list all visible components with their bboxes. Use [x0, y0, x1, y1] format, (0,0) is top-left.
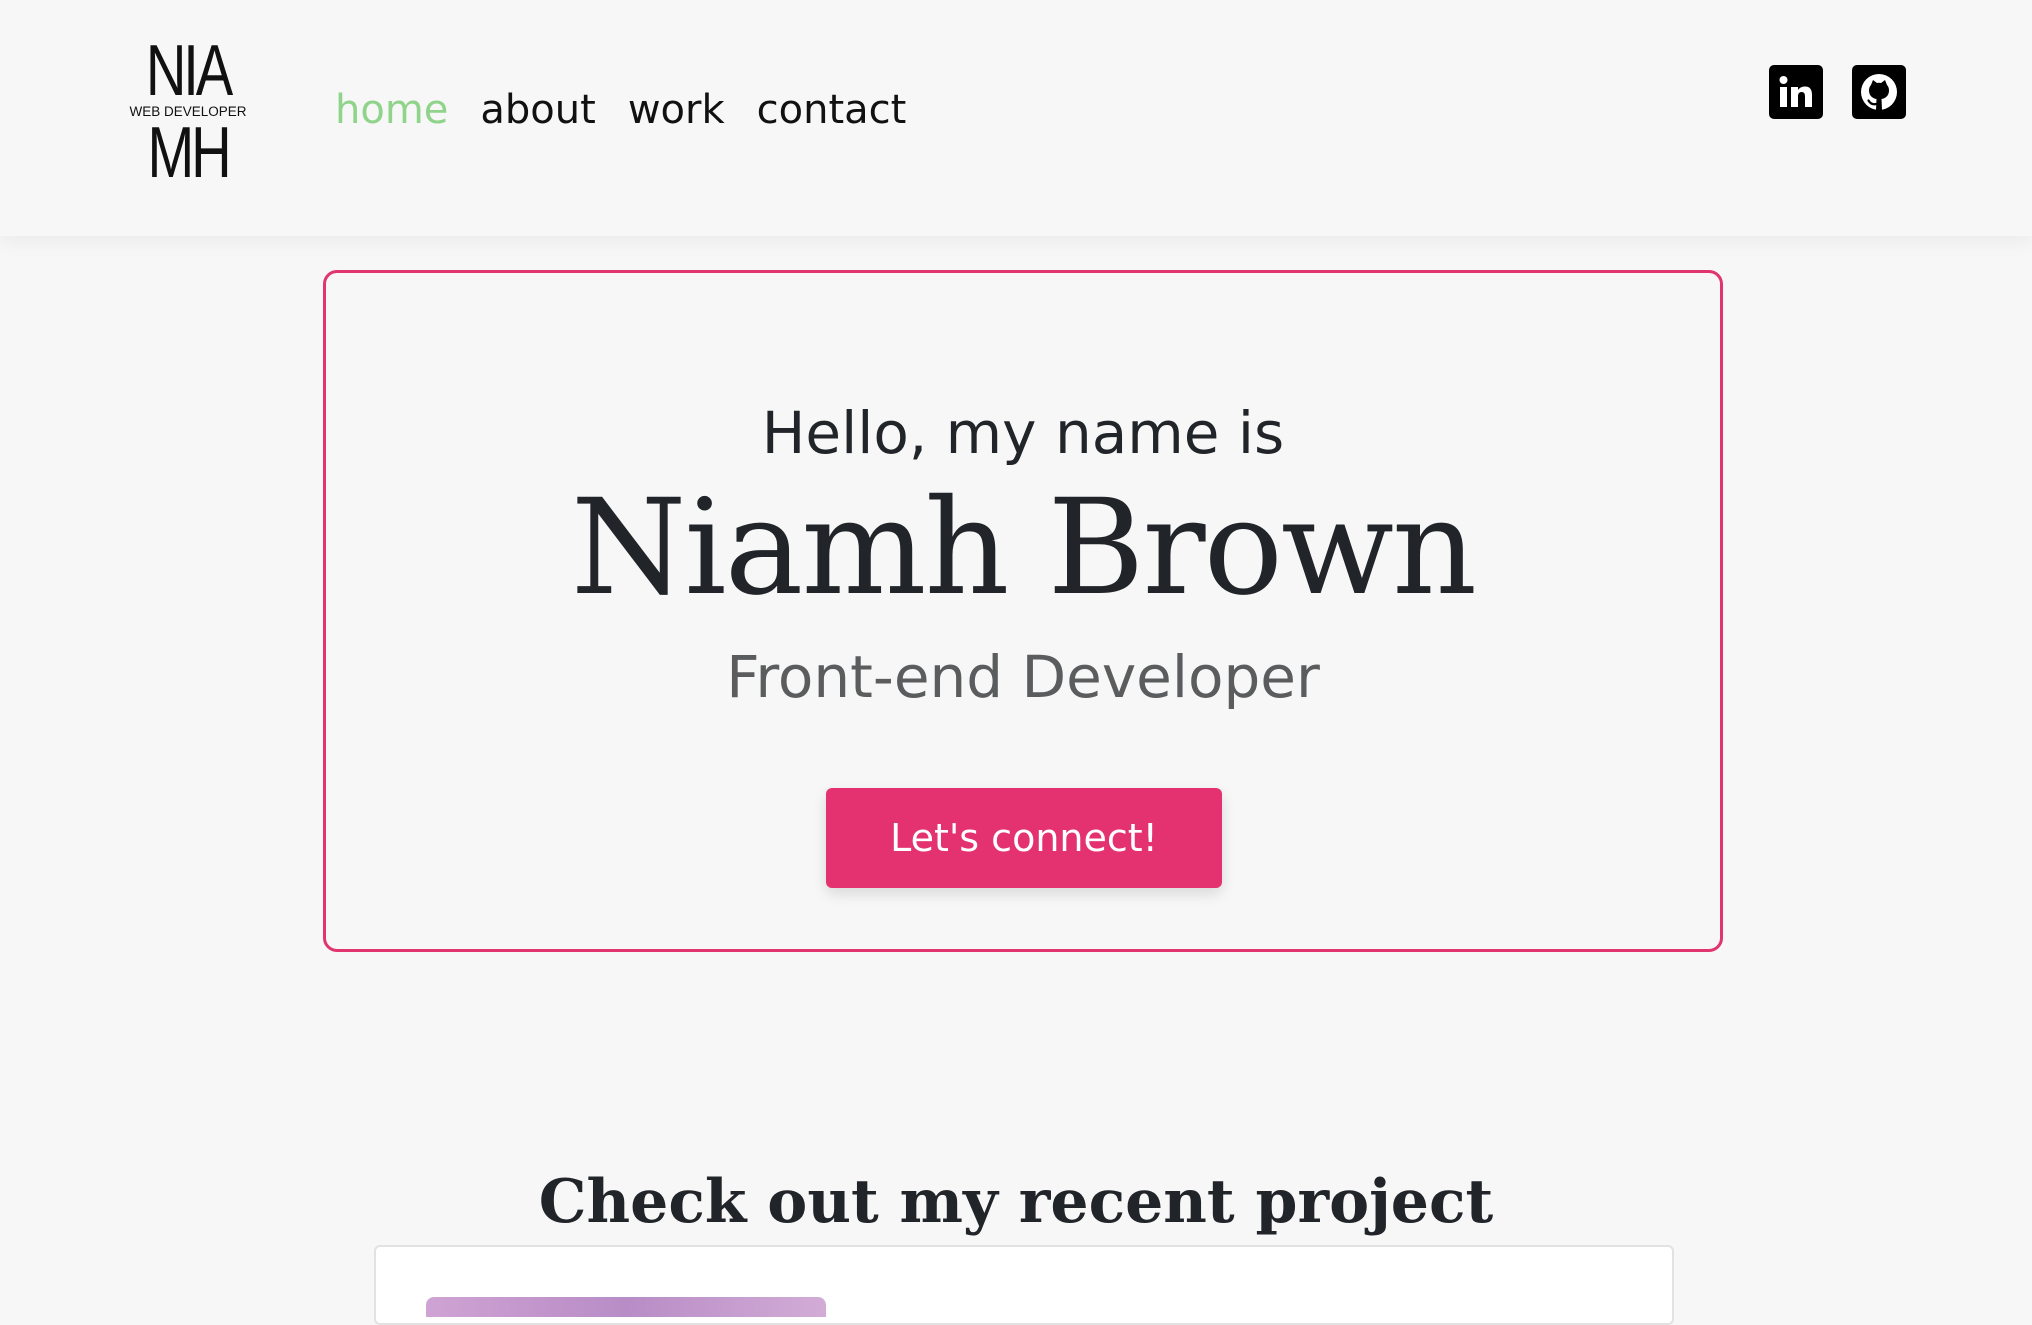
hero-role: Front-end Developer	[726, 643, 1320, 711]
github-link[interactable]	[1852, 65, 1906, 119]
project-card[interactable]	[374, 1245, 1674, 1325]
nav-work[interactable]: work	[628, 78, 725, 142]
nav-contact[interactable]: contact	[757, 78, 907, 142]
github-icon	[1861, 74, 1897, 110]
hero-card: Hello, my name is Niamh Brown Front-end …	[323, 270, 1723, 952]
nav-home[interactable]: home	[335, 78, 448, 142]
navbar: NIA WEB DEVELOPER MH home about work con…	[0, 0, 2032, 236]
hero-greeting: Hello, my name is	[761, 399, 1285, 467]
nav-about[interactable]: about	[480, 78, 595, 142]
hero-name: Niamh Brown	[570, 471, 1477, 625]
lets-connect-button[interactable]: Let's connect!	[826, 788, 1222, 888]
project-thumbnail	[426, 1297, 826, 1317]
site-logo[interactable]: NIA WEB DEVELOPER MH	[122, 31, 254, 193]
main-nav: home about work contact	[335, 78, 906, 142]
logo-top-text: NIA	[145, 31, 233, 111]
recent-project-heading: Check out my recent project	[538, 1166, 1494, 1237]
linkedin-icon	[1779, 76, 1812, 107]
logo-bottom-text: MH	[147, 113, 231, 193]
linkedin-link[interactable]	[1769, 65, 1823, 119]
